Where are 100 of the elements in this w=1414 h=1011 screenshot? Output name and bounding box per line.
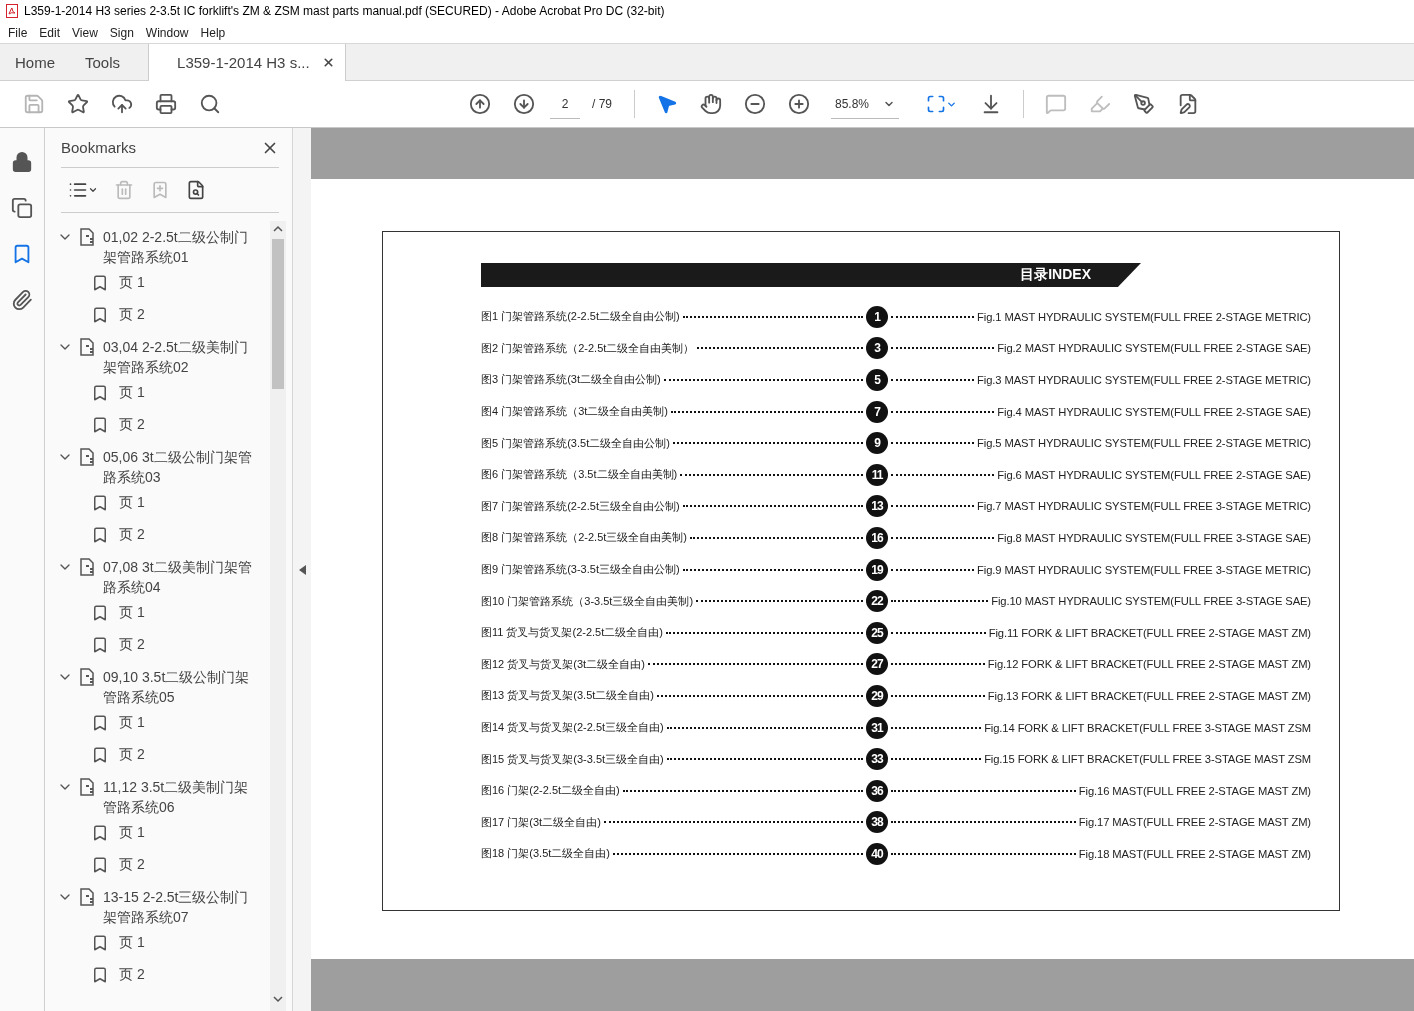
bookmark-item[interactable]: 页 1 xyxy=(55,487,270,519)
tab[interactable]: L359-1-2014 H3 s... xyxy=(148,44,346,81)
collapse-panel-icon[interactable] xyxy=(298,564,306,575)
bookmark-item[interactable]: 页 2 xyxy=(55,409,270,441)
bookmark-item[interactable]: 页 1 xyxy=(55,377,270,409)
page-number: 5 xyxy=(866,369,888,391)
bookmark-icon xyxy=(91,966,109,984)
bookmark-icon xyxy=(91,746,109,764)
page-number: 16 xyxy=(866,526,888,549)
page-number: 38 xyxy=(866,811,888,834)
document-tree-icon xyxy=(79,888,97,906)
arrow-down-icon xyxy=(513,93,535,115)
bookmark-plus-icon xyxy=(150,180,170,200)
bookmark-item[interactable]: 页 1 xyxy=(55,927,270,959)
tab[interactable]: Tools xyxy=(70,44,136,80)
document-tree-icon xyxy=(79,778,97,796)
page-number: 3 xyxy=(866,337,888,360)
index-entry-chinese: 图11 货叉与货叉架(2-2.5t二级全自由) xyxy=(481,625,663,641)
page-number: 33 xyxy=(866,748,888,771)
document-tree-icon xyxy=(79,668,97,686)
menu-item[interactable]: Help xyxy=(194,25,232,40)
bookmark-icon xyxy=(91,384,109,402)
zoom-field[interactable]: 85.8% xyxy=(831,89,899,119)
index-entry-chinese: 图12 货叉与货叉架(3t二级全自由) xyxy=(481,656,645,672)
page-number: 1 xyxy=(866,305,888,328)
index-entry-chinese: 图7 门架管路系统(2-2.5t三级全自由公制) xyxy=(481,498,680,514)
bookmark-item[interactable]: 页 2 xyxy=(55,849,270,881)
menu-item[interactable]: Window xyxy=(139,25,195,40)
page-number: 36 xyxy=(866,779,888,802)
bookmark-item[interactable]: 05,06 3t二级公制门架管路系统03 xyxy=(55,441,270,487)
menu-item[interactable]: Sign xyxy=(103,25,140,40)
bookmark-item[interactable]: 页 1 xyxy=(55,707,270,739)
index-entry-english: Fig.16 MAST(FULL FREE 2-STAGE MAST ZM) xyxy=(1078,784,1311,797)
bookmark-item[interactable]: 页 2 xyxy=(55,629,270,661)
index-entry-english: Fig.2 MAST HYDRAULIC SYSTEM(FULL FREE 2-STAGE SAE) xyxy=(997,342,1311,355)
bookmark-icon xyxy=(91,494,109,512)
trash-icon xyxy=(114,180,134,200)
save-icon xyxy=(23,93,45,115)
bookmark-item[interactable]: 页 1 xyxy=(55,267,270,299)
page-number-field[interactable]: 2 xyxy=(550,89,580,119)
bookmark-item[interactable]: 03,04 2-2.5t二级美制门架管路系统02 xyxy=(55,331,270,377)
arrow-up-icon xyxy=(469,93,491,115)
file-search-icon xyxy=(186,180,206,200)
bookmark-icon xyxy=(91,604,109,622)
page-number: 29 xyxy=(866,684,888,707)
index-entry-english: Fig.10 MAST HYDRAULIC SYSTEM(FULL FREE 3-STAGE SAE) xyxy=(991,595,1311,608)
app-icon xyxy=(6,4,18,18)
index-entry-english: Fig.3 MAST HYDRAULIC SYSTEM(FULL FREE 2-STAGE METRIC) xyxy=(977,374,1311,386)
tab[interactable]: Home xyxy=(0,44,70,80)
index-entry-chinese: 图10 门架管路系统（3-3.5t三级全自由美制) xyxy=(481,593,694,609)
bookmark-icon xyxy=(91,636,109,654)
bookmark-item[interactable]: 09,10 3.5t二级公制门架管路系统05 xyxy=(55,661,270,707)
bookmark-item[interactable]: 页 1 xyxy=(55,817,270,849)
list-icon xyxy=(68,180,88,200)
index-entry-chinese: 图2 门架管路系统（2-2.5t二级全自由美制） xyxy=(481,340,695,356)
bookmark-icon xyxy=(91,714,109,732)
scrollbar[interactable] xyxy=(270,221,286,1011)
page-number: 11 xyxy=(866,463,888,486)
bookmark-item[interactable]: 11,12 3.5t二级美制门架管路系统06 xyxy=(55,771,270,817)
hand-icon xyxy=(700,93,722,115)
search-icon xyxy=(199,93,221,115)
index-entry-english: Fig.1 MAST HYDRAULIC SYSTEM(FULL FREE 2-STAGE METRIC) xyxy=(977,310,1311,323)
index-entry-english: Fig.12 FORK & LIFT BRACKET(FULL FREE 2-STAGE MAST ZM) xyxy=(987,658,1311,671)
document-tree-icon xyxy=(79,558,97,576)
page-number: 9 xyxy=(866,432,888,455)
bookmark-item[interactable]: 01,02 2-2.5t二级公制门架管路系统01 xyxy=(55,221,270,267)
bookmark-icon xyxy=(91,824,109,842)
bookmark-item[interactable]: 页 2 xyxy=(55,739,270,771)
bookmark-item[interactable]: 页 2 xyxy=(55,959,270,991)
bookmark-icon xyxy=(91,934,109,952)
bookmark-item[interactable]: 13-15 2-2.5t三级公制门架管路系统07 xyxy=(55,881,270,927)
page-count: / 79 xyxy=(591,96,613,113)
printer-icon xyxy=(155,93,177,115)
index-entry-english: Fig.15 FORK & LIFT BRACKET(FULL FREE 3-STAGE MAST ZSM xyxy=(984,753,1311,766)
menu-item[interactable]: View xyxy=(66,25,104,40)
index-entry-english: Fig.14 FORK & LIFT BRACKET(FULL FREE 3-STAGE MAST ZSM xyxy=(984,721,1311,734)
index-entry-english: Fig.7 MAST HYDRAULIC SYSTEM(FULL FREE 3-STAGE METRIC) xyxy=(977,500,1311,513)
page-number: 22 xyxy=(866,590,888,613)
paperclip-icon xyxy=(11,289,33,311)
page-number: 13 xyxy=(866,495,888,518)
panel-title: Bookmarks xyxy=(61,139,137,156)
index-entry-chinese: 图15 货叉与货叉架(3-3.5t三级全自由) xyxy=(481,751,664,767)
menu-item[interactable]: File xyxy=(2,25,34,40)
document-tree-icon xyxy=(79,448,97,466)
index-entry-chinese: 图17 门架(3t二级全自由) xyxy=(481,814,601,830)
index-entry-english: Fig.6 MAST HYDRAULIC SYSTEM(FULL FREE 2-STAGE SAE) xyxy=(997,468,1311,481)
bookmark-item[interactable]: 页 2 xyxy=(55,519,270,551)
bookmark-item[interactable]: 页 2 xyxy=(55,299,270,331)
index-entry-english: Fig.17 MAST(FULL FREE 2-STAGE MAST ZM) xyxy=(1078,816,1311,829)
bookmark-item[interactable]: 07,08 3t二级美制门架管路系统04 xyxy=(55,551,270,597)
index-heading: 目录INDEX xyxy=(481,263,1141,287)
bookmark-icon xyxy=(91,416,109,434)
index-entry-english: Fig.8 MAST HYDRAULIC SYSTEM(FULL FREE 3-STAGE SAE) xyxy=(997,531,1311,544)
bookmark-item[interactable]: 页 1 xyxy=(55,597,270,629)
caret-icon xyxy=(88,185,98,195)
cloud-upload-icon xyxy=(111,93,133,115)
close-icon[interactable] xyxy=(321,56,335,69)
lock-icon xyxy=(11,151,33,173)
index-entry-chinese: 图4 门架管路系统（3t二级全自由美制) xyxy=(481,404,668,420)
menu-item[interactable]: Edit xyxy=(33,25,67,40)
